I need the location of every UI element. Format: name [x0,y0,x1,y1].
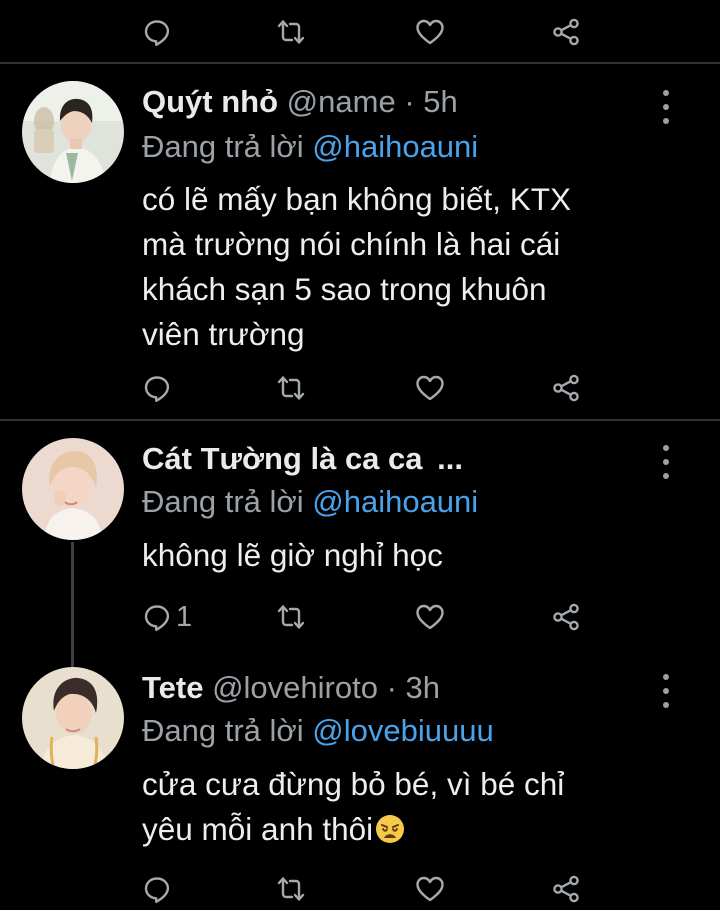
share-icon [551,874,581,904]
retweet-button[interactable] [276,597,306,637]
share-icon [551,373,581,403]
separator-dot: · [386,670,397,705]
tweet-header: Tete @lovehiroto · 3h [142,668,440,708]
tweet-text: có lẽ mấy bạn không biết, KTX mà trường … [142,177,682,357]
heart-icon [415,874,445,904]
tweet[interactable]: Quýt nhỏ @name · 5h Đang trả lời @haihoa… [0,64,720,419]
reply-button[interactable] [142,368,172,408]
reply-count: 1 [176,601,193,633]
more-options-button[interactable] [656,674,676,708]
reply-icon [142,602,172,632]
replying-label: Đang trả lời [142,484,304,519]
action-bar [0,869,720,909]
share-button[interactable] [551,869,581,909]
avatar[interactable] [22,667,124,769]
retweet-button[interactable] [276,869,306,909]
share-button[interactable] [551,12,581,52]
display-name[interactable]: Cát Tường là ca ca [142,441,423,476]
tweet-text-line: cửa cưa đừng bỏ bé, vì bé chỉ [142,766,565,802]
tweet-text-line: viên trường [142,316,305,352]
tweet[interactable]: Cát Tường là ca ca ... Đang trả lời @hai… [0,421,720,665]
reply-button[interactable] [142,12,172,52]
reply-button[interactable] [142,869,172,909]
timestamp[interactable]: 3h [406,670,440,705]
display-name[interactable]: Quýt nhỏ [142,84,278,119]
more-vertical-icon [663,674,669,680]
share-icon [551,602,581,632]
share-button[interactable] [551,597,581,637]
action-bar [0,368,720,408]
replying-label: Đang trả lời [142,713,304,748]
replying-to: Đang trả lời @haihoauni [142,127,478,167]
mention-link[interactable]: @haihoauni [312,484,478,519]
reply-button[interactable]: 1 [142,597,192,637]
like-button[interactable] [415,12,445,52]
tweet[interactable]: Tete @lovehiroto · 3h Đang trả lời @love… [0,650,720,910]
tweet-text-line-with-emoji: yêu mỗi anh thôi [142,807,682,852]
more-options-button[interactable] [656,90,676,124]
mention-link[interactable]: @lovebiuuuu [312,713,493,748]
retweet-icon [276,602,306,632]
tweet-header: Quýt nhỏ @name · 5h [142,82,458,122]
retweet-button[interactable] [276,368,306,408]
heart-icon [415,373,445,403]
tweet-text-line: không lẽ giờ nghỉ học [142,537,443,573]
mention-link[interactable]: @haihoauni [312,129,478,164]
like-button[interactable] [415,368,445,408]
separator-dot: · [404,84,415,119]
retweet-icon [276,17,306,47]
like-button[interactable] [415,869,445,909]
replying-to: Đang trả lời @lovebiuuuu [142,711,494,751]
retweet-icon [276,874,306,904]
avatar[interactable] [22,438,124,540]
user-handle[interactable]: @name [287,84,396,119]
share-icon [551,17,581,47]
tweet-text-line: mà trường nói chính là hai cái [142,226,561,262]
tweet-text-line: khách sạn 5 sao trong khuôn [142,271,547,307]
tweet-text-line: yêu mỗi anh thôi [142,811,374,847]
action-bar: 1 [0,597,720,637]
heart-icon [415,602,445,632]
share-button[interactable] [551,368,581,408]
tweet-text: cửa cưa đừng bỏ bé, vì bé chỉ yêu mỗi an… [142,762,682,852]
tweet-header: Cát Tường là ca ca ... [142,439,463,479]
retweet-icon [276,373,306,403]
action-bar-top [0,12,720,52]
more-vertical-icon [663,90,669,96]
more-options-button[interactable] [656,445,676,479]
avatar[interactable] [22,81,124,183]
heart-icon [415,17,445,47]
reply-icon [142,17,172,47]
name-truncation: ... [437,441,463,476]
reply-icon [142,874,172,904]
reply-icon [142,373,172,403]
timestamp[interactable]: 5h [423,84,457,119]
user-handle[interactable]: @lovehiroto [212,670,378,705]
tweet-text: không lẽ giờ nghỉ học [142,533,682,578]
like-button[interactable] [415,597,445,637]
weary-face-emoji [376,815,405,843]
replying-label: Đang trả lời [142,129,304,164]
more-vertical-icon [663,445,669,451]
retweet-button[interactable] [276,12,306,52]
tweet-text-line: có lẽ mấy bạn không biết, KTX [142,181,571,217]
display-name[interactable]: Tete [142,670,203,705]
replying-to: Đang trả lời @haihoauni [142,482,478,522]
